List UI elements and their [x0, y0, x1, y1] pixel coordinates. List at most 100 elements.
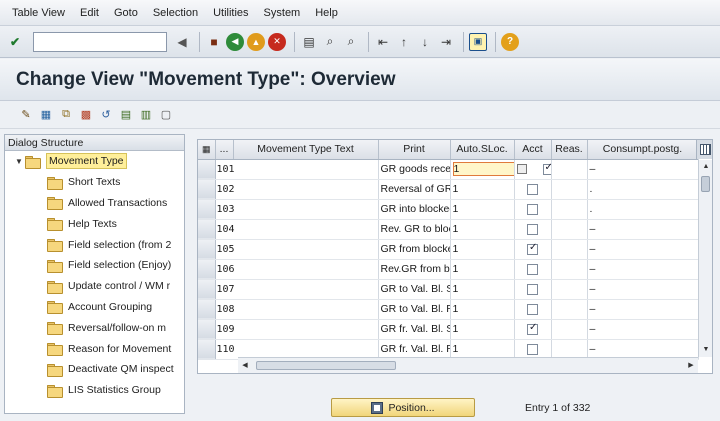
menu-help[interactable]: Help	[315, 7, 338, 19]
new-session-icon[interactable]: ▣	[469, 32, 487, 51]
reas-cell[interactable]: –	[587, 319, 699, 340]
next-page-icon[interactable]: ↓	[416, 33, 434, 51]
exit-icon[interactable]: ▲	[247, 32, 265, 51]
row-selector[interactable]	[198, 159, 216, 180]
tree-item-reason-for-movement[interactable]: Reason for Movement	[5, 338, 184, 359]
last-page-icon[interactable]: ⇥	[437, 33, 455, 51]
row-selector[interactable]	[198, 239, 216, 260]
movement-type-text-cell[interactable]: GR into blocked stck	[378, 199, 451, 220]
value-help-icon[interactable]	[516, 164, 527, 175]
menu-table-view[interactable]: Table View	[12, 7, 65, 19]
print-cell[interactable]: 1	[450, 179, 515, 200]
movement-type-text-cell[interactable]: GR fr. Val. Bl. St.	[378, 319, 451, 340]
menu-system[interactable]: System	[264, 7, 301, 19]
column-header-print[interactable]: Print	[378, 140, 451, 160]
column-settings-icon[interactable]	[696, 140, 712, 159]
tree-item-lis-statistics-group[interactable]: LIS Statistics Group	[5, 380, 184, 401]
acct-cell[interactable]	[551, 219, 588, 240]
vertical-scroll-thumb[interactable]	[701, 176, 710, 192]
reas-cell[interactable]: –	[587, 279, 699, 300]
print-cell[interactable]: 1	[450, 239, 515, 260]
table-row[interactable]: 110GR fr. Val. Bl. Rev.1–G	[198, 339, 699, 360]
menu-selection[interactable]: Selection	[153, 7, 198, 19]
display-change-icon[interactable]: ✎	[18, 107, 34, 123]
row-selector[interactable]	[198, 179, 216, 200]
enter-icon[interactable]: ✔	[6, 33, 24, 51]
acct-cell[interactable]	[551, 159, 588, 180]
row-selector[interactable]	[198, 199, 216, 220]
acct-cell[interactable]	[551, 199, 588, 220]
select-all-header[interactable]: ▦	[198, 140, 216, 160]
table-row[interactable]: 108 GR to Val. Bl. Rev.1 –	[198, 299, 699, 320]
position-button[interactable]: Position...	[331, 398, 475, 417]
tree-item-field-selection-from[interactable]: Field selection (from 2	[5, 234, 184, 255]
new-entries-icon[interactable]: ▦	[38, 107, 54, 123]
scroll-left-icon[interactable]: ◀	[238, 358, 252, 373]
print-icon[interactable]: ▤	[300, 33, 318, 51]
save-icon[interactable]: ■	[205, 33, 223, 51]
auto-sloc-checkbox[interactable]	[527, 242, 538, 255]
menu-utilities[interactable]: Utilities	[213, 7, 248, 19]
movement-type-text-cell[interactable]: GR from blocked stck	[378, 239, 451, 260]
deselect-all-icon[interactable]: ▢	[158, 107, 174, 123]
horizontal-scroll-thumb[interactable]	[256, 361, 396, 370]
tree-item-allowed-transactions[interactable]: Allowed Transactions	[5, 193, 184, 214]
auto-sloc-checkbox[interactable]	[542, 162, 550, 175]
row-selector[interactable]	[198, 339, 216, 360]
acct-cell[interactable]	[551, 299, 588, 320]
auto-sloc-cell[interactable]	[514, 199, 552, 220]
auto-sloc-cell[interactable]	[514, 339, 552, 360]
row-selector[interactable]	[198, 259, 216, 280]
movement-type-text-cell[interactable]: GR to Val. Bl. Rev.	[378, 299, 451, 320]
movement-type-text-cell[interactable]: GR to Val. Bl. Stock	[378, 279, 451, 300]
horizontal-scrollbar[interactable]: ◀ ▶	[238, 357, 698, 373]
column-header-auto-sloc[interactable]: Auto.SLoc.	[450, 140, 515, 160]
scroll-down-icon[interactable]: ▼	[699, 343, 712, 357]
tree-item-help-texts[interactable]: Help Texts	[5, 213, 184, 234]
table-row[interactable]: 104 Rev. GR to blocked1 –	[198, 219, 699, 240]
reas-cell[interactable]: .	[587, 199, 699, 220]
help-icon[interactable]: ?	[501, 32, 519, 51]
select-block-icon[interactable]: ▥	[138, 107, 154, 123]
tree-item-update-control[interactable]: Update control / WM r	[5, 276, 184, 297]
print-cell[interactable]: 1	[450, 279, 515, 300]
print-cell[interactable]: 1	[450, 219, 515, 240]
acct-cell[interactable]	[551, 239, 588, 260]
table-row[interactable]: 109GR fr. Val. Bl. St.1–G	[198, 319, 699, 340]
back-arrow-icon[interactable]: ◀	[173, 33, 191, 51]
movement-type-text-cell[interactable]: GR goods receipt	[378, 159, 451, 180]
back-icon[interactable]: ◀	[226, 32, 244, 51]
tree-item-short-texts[interactable]: Short Texts	[5, 172, 184, 193]
auto-sloc-checkbox[interactable]	[527, 322, 538, 335]
auto-sloc-checkbox[interactable]	[527, 223, 538, 235]
row-selector[interactable]	[198, 319, 216, 340]
table-row[interactable]: 101GR goods receipt1–G	[198, 159, 699, 180]
table-row[interactable]: 107 GR to Val. Bl. Stock1 –	[198, 279, 699, 300]
column-header-acct[interactable]: Acct	[514, 140, 552, 160]
column-header-reas[interactable]: Reas.	[551, 140, 588, 160]
auto-sloc-cell[interactable]	[514, 219, 552, 240]
table-row[interactable]: 103 GR into blocked stck1.	[198, 199, 699, 220]
auto-sloc-checkbox[interactable]	[527, 343, 538, 355]
tree-item-movement-type[interactable]: ▼ Movement Type	[5, 151, 184, 172]
delete-icon[interactable]: ▩	[78, 107, 94, 123]
find-next-icon[interactable]: ⌕	[342, 33, 360, 51]
auto-sloc-checkbox[interactable]	[527, 263, 538, 275]
reas-cell[interactable]: .	[587, 179, 699, 200]
movement-type-text-cell[interactable]: GR fr. Val. Bl. Rev.	[378, 339, 451, 360]
acct-cell[interactable]	[551, 319, 588, 340]
acct-cell[interactable]	[551, 339, 588, 360]
table-row[interactable]: 105 GR from blocked stck1 –	[198, 239, 699, 260]
table-row[interactable]: 106 Rev.GR from blocked1 –	[198, 259, 699, 280]
table-select-icon[interactable]: ▦	[202, 144, 211, 154]
menu-edit[interactable]: Edit	[80, 7, 99, 19]
auto-sloc-checkbox[interactable]	[527, 303, 538, 315]
cancel-icon[interactable]: ✕	[268, 32, 286, 51]
row-selector[interactable]	[198, 299, 216, 320]
auto-sloc-checkbox[interactable]	[527, 283, 538, 295]
tree-item-account-grouping[interactable]: Account Grouping	[5, 297, 184, 318]
vertical-scrollbar[interactable]: ▲ ▼	[698, 160, 712, 357]
reas-cell[interactable]: –	[587, 219, 699, 240]
scroll-up-icon[interactable]: ▲	[699, 160, 712, 174]
auto-sloc-cell[interactable]	[514, 319, 552, 340]
